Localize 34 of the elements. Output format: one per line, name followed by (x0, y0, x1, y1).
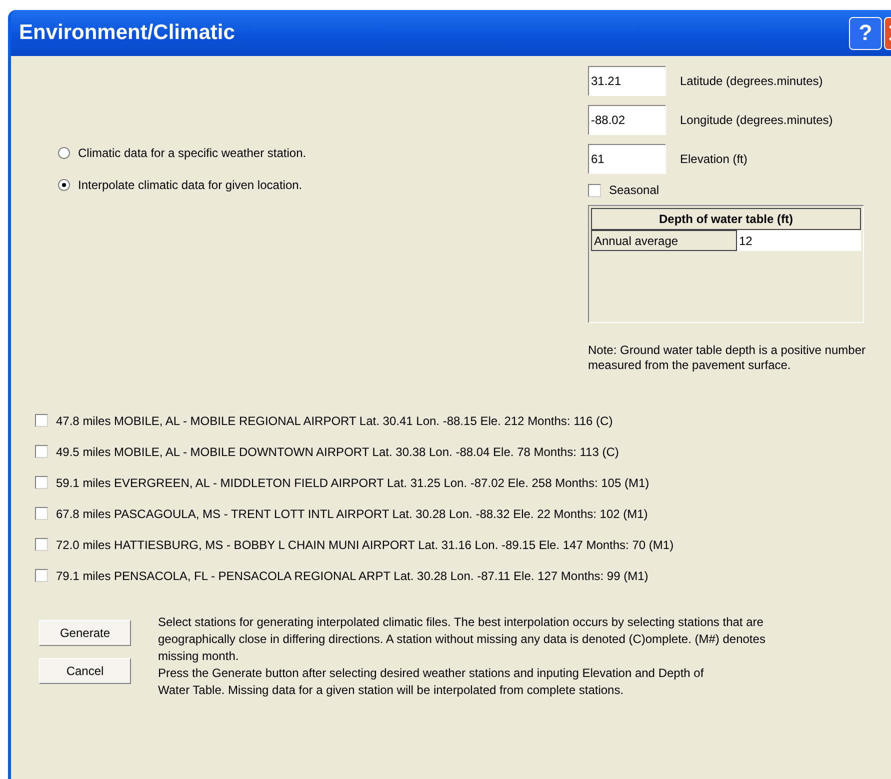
checkbox[interactable] (35, 476, 48, 489)
checkbox[interactable] (35, 445, 48, 458)
text-field[interactable]: 61 (588, 144, 666, 174)
window-title: Environment/Climatic (19, 20, 236, 46)
radio-label: Interpolate climatic data for given location. (78, 177, 302, 194)
text-field[interactable]: 31.21 (588, 66, 666, 96)
table-cell[interactable]: 12 (737, 230, 861, 251)
radio-label: Climatic data for a specific weather station. (78, 145, 306, 162)
instruction-text: Select stations for generating interpolated climatic files. The best interpolation occurs by selecting stations that are geographically close in differing directions. A station without missing any data is denoted (C)omplete. (M#) denotes missing month. (158, 614, 766, 665)
checkbox[interactable] (35, 538, 48, 551)
field-label: Latitude (degrees.minutes) (680, 73, 823, 90)
checkbox[interactable] (35, 414, 48, 427)
text-field[interactable]: -88.02 (588, 105, 666, 135)
checkbox[interactable] (588, 184, 601, 196)
column-header: Depth of water table (ft) (591, 208, 861, 230)
checkbox-label: Seasonal (609, 182, 660, 199)
checkbox[interactable] (35, 569, 48, 582)
checkbox[interactable] (35, 507, 48, 520)
station-label: 79.1 miles PENSACOLA, FL - PENSACOLA REGIONAL ARPT Lat. 30.28 Lon. -87.11 Ele. 127 Months: 99 (M1) (56, 568, 648, 584)
row-header: Annual average (591, 230, 737, 251)
station-label: 49.5 miles MOBILE, AL - MOBILE DOWNTOWN AIRPORT Lat. 30.38 Lon. -88.04 Ele. 78 Months: 113 (C) (56, 444, 619, 460)
dialog-button[interactable]: Generate (39, 620, 131, 646)
field-label: Elevation (ft) (680, 151, 748, 168)
dialog-button[interactable]: Cancel (39, 658, 131, 684)
station-label: 72.0 miles HATTIESBURG, MS - BOBBY L CHAIN MUNI AIRPORT Lat. 31.16 Lon. -89.15 Ele. 147 Months: 70 (M1) (56, 536, 674, 554)
instruction-text: Press the Generate button after selecting desired weather stations and inputing Elevation and Depth of Water Table. Missing data for a given station will be interpolated from complete stations. (158, 665, 705, 699)
note-text: Note: Ground water table depth is a positive number measured from the pavement surface. (588, 343, 866, 373)
field-label: Longitude (degrees.minutes) (680, 112, 833, 129)
station-label: 47.8 miles MOBILE, AL - MOBILE REGIONAL AIRPORT Lat. 30.41 Lon. -88.15 Ele. 212 Months: 116 (C) (56, 412, 613, 430)
help-button[interactable]: ? (849, 16, 882, 50)
station-label: 67.8 miles PASCAGOULA, MS - TRENT LOTT INTL AIRPORT Lat. 30.28 Lon. -88.32 Ele. 22 Months: 102 (M1) (56, 506, 648, 522)
radio-button[interactable] (58, 147, 70, 159)
radio-button[interactable] (58, 179, 70, 191)
station-label: 59.1 miles EVERGREEN, AL - MIDDLETON FIELD AIRPORT Lat. 31.25 Lon. -87.02 Ele. 258 Months: 105 (M1) (56, 474, 650, 492)
